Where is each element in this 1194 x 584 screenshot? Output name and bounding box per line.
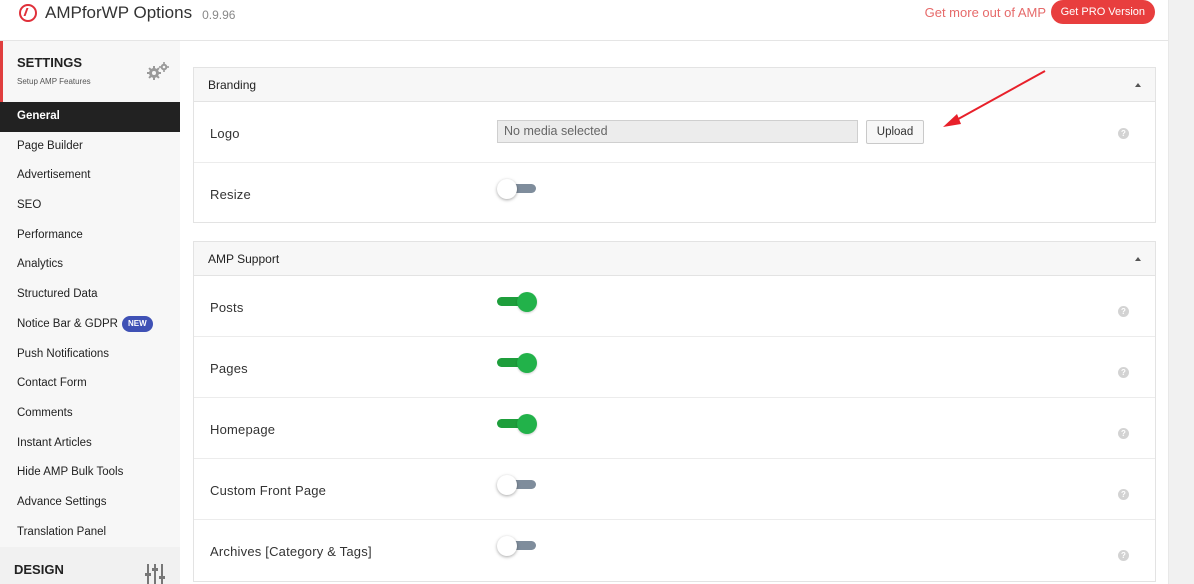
top-bar: AMPforWP Options 0.9.96 Get more out of …: [0, 0, 1168, 41]
sliders-icon: [145, 564, 165, 584]
sidebar-item-push-notifications[interactable]: Push Notifications: [0, 340, 180, 370]
sidebar-item-label: Performance: [17, 228, 83, 241]
toggle-knob: [517, 414, 537, 434]
sidebar: SETTINGS Setup AMP Features General Page …: [0, 41, 180, 584]
collapse-caret-icon[interactable]: [1135, 257, 1141, 261]
sidebar-nav: General Page Builder Advertisement SEO Perfo…: [0, 102, 180, 547]
amp-support-row: Archives [Category & Tags]?: [194, 520, 1155, 581]
collapse-caret-icon[interactable]: [1135, 83, 1141, 87]
sidebar-item-comments[interactable]: Comments: [0, 399, 180, 429]
sidebar-item-seo[interactable]: SEO: [0, 191, 180, 221]
right-gutter: [1168, 0, 1194, 584]
lightning-logo-icon: [19, 4, 37, 22]
amp-support-toggle[interactable]: [497, 473, 536, 495]
amp-support-row-label: Custom Front Page: [210, 483, 327, 498]
amp-support-row: Posts?: [194, 276, 1155, 337]
amp-support-row: Homepage?: [194, 398, 1155, 459]
sidebar-item-label: Hide AMP Bulk Tools: [17, 466, 124, 479]
sidebar-item-label: Notice Bar & GDPR: [17, 317, 118, 330]
amp-support-toggle[interactable]: [497, 290, 537, 312]
toggle-knob: [497, 536, 517, 556]
logo-label: Logo: [210, 126, 240, 141]
resize-toggle[interactable]: [497, 177, 536, 199]
amp-support-toggle[interactable]: [497, 412, 537, 434]
resize-label: Resize: [210, 187, 251, 202]
sidebar-item-structured-data[interactable]: Structured Data: [0, 280, 180, 310]
toggle-knob: [497, 179, 517, 199]
amp-support-panel-title: AMP Support: [208, 252, 280, 266]
sidebar-item-instant-articles[interactable]: Instant Articles: [0, 429, 180, 459]
gears-icon: [147, 62, 169, 80]
amp-support-row: Custom Front Page?: [194, 459, 1155, 520]
app-title: AMPforWP Options: [45, 3, 193, 22]
get-pro-button[interactable]: Get PRO Version: [1050, 0, 1155, 24]
sidebar-item-label: Analytics: [17, 258, 64, 271]
sidebar-item-contact-form[interactable]: Contact Form: [0, 369, 180, 399]
settings-section-header[interactable]: SETTINGS Setup AMP Features: [0, 41, 180, 102]
toggle-knob: [517, 353, 537, 373]
new-badge: NEW: [121, 315, 153, 332]
sidebar-item-label: Instant Articles: [17, 436, 92, 449]
sidebar-item-label: Page Builder: [17, 139, 83, 152]
sidebar-item-performance[interactable]: Performance: [0, 221, 180, 251]
amp-support-row: Pages?: [194, 337, 1155, 398]
sidebar-item-hide-amp-bulk-tools[interactable]: Hide AMP Bulk Tools: [0, 458, 180, 488]
sidebar-item-translation-panel[interactable]: Translation Panel: [0, 518, 180, 548]
amp-support-toggle[interactable]: [497, 351, 537, 373]
annotation-arrow-icon: [943, 70, 1046, 127]
amp-support-rows: Posts? Pages? Homepage? Custom Front Page? A…: [194, 276, 1155, 581]
amp-support-toggle[interactable]: [497, 534, 536, 556]
amp-support-panel: AMP Support Posts? Pages? Homepage? Custom …: [193, 241, 1156, 582]
version-label: 0.9.96: [202, 7, 236, 22]
sidebar-item-label: Comments: [17, 406, 73, 419]
sidebar-item-analytics[interactable]: Analytics: [0, 250, 180, 280]
sidebar-item-notice-bar-gdpr[interactable]: Notice Bar & GDPR NEW: [0, 310, 180, 340]
upload-button[interactable]: Upload: [866, 120, 924, 144]
help-icon[interactable]: ?: [1118, 489, 1129, 500]
design-section-header[interactable]: DESIGN: [0, 547, 180, 584]
sidebar-item-label: Contact Form: [17, 377, 87, 390]
get-more-link[interactable]: Get more out of AMP: [925, 5, 1046, 20]
toggle-knob: [497, 475, 517, 495]
sidebar-item-label: Translation Panel: [17, 525, 107, 538]
sidebar-item-label: Advance Settings: [17, 495, 107, 508]
help-icon[interactable]: ?: [1118, 128, 1129, 139]
branding-panel-title: Branding: [208, 78, 257, 92]
amp-support-row-label: Homepage: [210, 422, 276, 437]
logo-media-field[interactable]: No media selected: [497, 120, 858, 143]
resize-row: Resize: [194, 163, 1155, 222]
sidebar-item-label: Structured Data: [17, 288, 98, 301]
sidebar-item-label: Push Notifications: [17, 347, 110, 360]
sidebar-item-page-builder[interactable]: Page Builder: [0, 132, 180, 162]
sidebar-item-label: Advertisement: [17, 169, 91, 182]
toggle-knob: [517, 292, 537, 312]
sidebar-item-general[interactable]: General: [0, 102, 180, 132]
brand: AMPforWP Options 0.9.96: [19, 3, 235, 23]
help-icon[interactable]: ?: [1118, 306, 1129, 317]
help-icon[interactable]: ?: [1118, 367, 1129, 378]
settings-title: SETTINGS: [17, 55, 83, 70]
help-icon[interactable]: ?: [1118, 550, 1129, 561]
amp-support-row-label: Pages: [210, 361, 248, 376]
sidebar-item-label: SEO: [17, 199, 42, 212]
amp-support-panel-header[interactable]: AMP Support: [194, 242, 1155, 276]
settings-subtitle: Setup AMP Features: [17, 77, 91, 86]
sidebar-item-label: General: [17, 110, 60, 122]
help-icon[interactable]: ?: [1118, 428, 1129, 439]
design-title: DESIGN: [14, 562, 64, 577]
amp-support-row-label: Archives [Category & Tags]: [210, 544, 372, 559]
sidebar-item-advance-settings[interactable]: Advance Settings: [0, 488, 180, 518]
amp-support-row-label: Posts: [210, 300, 244, 315]
sidebar-item-advertisement[interactable]: Advertisement: [0, 161, 180, 191]
